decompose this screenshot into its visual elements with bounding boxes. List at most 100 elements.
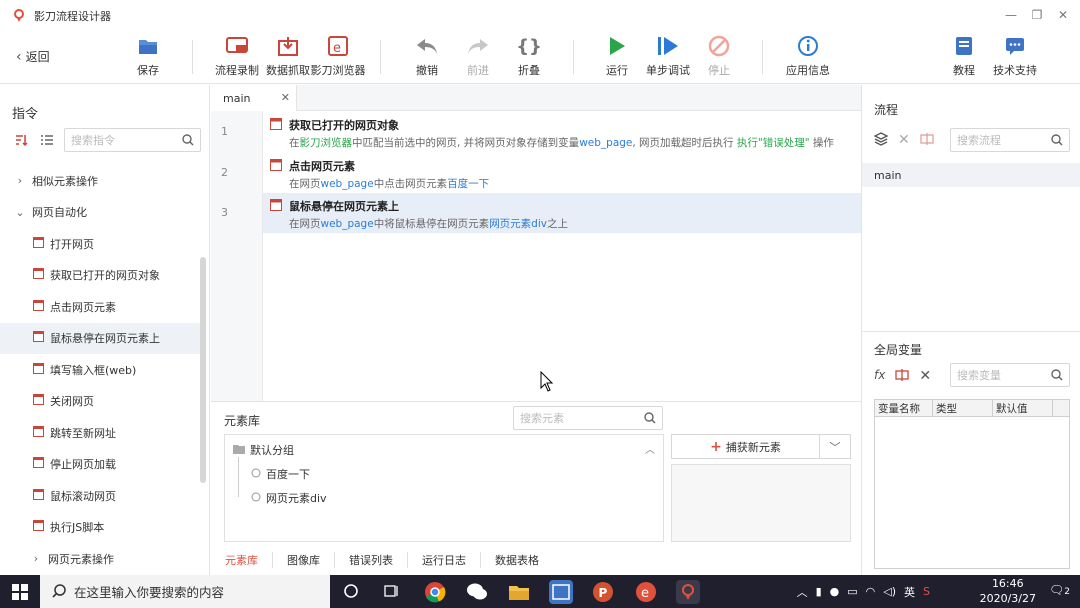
flow-item-main[interactable]: main bbox=[862, 163, 1080, 187]
command-item[interactable]: 停止网页加载 bbox=[0, 449, 200, 481]
flow-search-input[interactable]: 搜索流程 bbox=[950, 128, 1070, 152]
command-item[interactable]: 关闭网页 bbox=[0, 386, 200, 418]
command-item[interactable]: 鼠标悬停在网页元素上 bbox=[0, 322, 200, 354]
rename-var-icon[interactable] bbox=[895, 368, 909, 385]
layers-icon[interactable] bbox=[873, 132, 889, 149]
search-icon bbox=[182, 134, 194, 149]
command-group[interactable]: › 网页元素操作 bbox=[0, 543, 200, 575]
element-library-title: 元素库 bbox=[224, 414, 261, 428]
line-number: 1 bbox=[221, 125, 228, 138]
web-step-icon bbox=[270, 159, 282, 171]
web-command-icon bbox=[32, 425, 44, 440]
flow-step[interactable]: 点击网页元素 在网页web_page中点击网页元素百度一下 bbox=[263, 153, 861, 193]
chevron-up-icon[interactable]: ︿ bbox=[797, 584, 808, 600]
undo-button[interactable]: 撤销 bbox=[399, 34, 455, 78]
powerpoint-icon[interactable]: P bbox=[591, 580, 615, 604]
command-group[interactable]: ⌄ 网页自动化 bbox=[0, 197, 200, 229]
function-icon[interactable]: fx bbox=[874, 368, 885, 385]
windows-start-icon[interactable] bbox=[12, 584, 28, 603]
command-search-input[interactable]: 搜索指令 bbox=[64, 128, 201, 152]
chevron-up-icon[interactable]: ︿ bbox=[645, 441, 655, 456]
tab-main[interactable]: main ✕ bbox=[211, 85, 297, 111]
yingdao-app-icon[interactable] bbox=[676, 580, 700, 604]
clock[interactable]: 16:46 2020/3/27 bbox=[980, 576, 1036, 606]
taskbar-search-input[interactable]: 在这里输入你要搜索的内容 bbox=[40, 575, 330, 608]
support-button[interactable]: 技术支持 bbox=[987, 34, 1043, 78]
step-debug-button[interactable]: 单步调试 bbox=[640, 34, 696, 78]
command-item[interactable]: 跳转至新网址 bbox=[0, 417, 200, 449]
tab-element-library[interactable]: 元素库 bbox=[225, 552, 273, 568]
col-header[interactable]: 类型 bbox=[933, 400, 993, 416]
step-title: 鼠标悬停在网页元素上 bbox=[289, 200, 399, 213]
command-item[interactable]: 执行JS脚本 bbox=[0, 512, 200, 544]
redo-button[interactable]: 前进 bbox=[450, 34, 506, 78]
web-command-icon bbox=[32, 362, 44, 377]
chrome-icon[interactable] bbox=[423, 580, 447, 604]
fold-button[interactable]: {} 折叠 bbox=[501, 34, 557, 78]
chevron-down-icon: ⌄ bbox=[15, 205, 25, 219]
col-header[interactable]: 默认值 bbox=[993, 400, 1053, 416]
run-button[interactable]: 运行 bbox=[589, 34, 645, 78]
element-search-input[interactable]: 搜索元素 bbox=[513, 406, 663, 430]
flow-step[interactable]: 获取已打开的网页对象 在影刀浏览器中匹配当前选中的网页, 并将网页对象存储到变量… bbox=[263, 112, 861, 152]
element-item[interactable]: 网页元素div bbox=[251, 490, 327, 506]
global-vars-title: 全局变量 bbox=[874, 343, 923, 357]
delete-var-icon[interactable]: ✕ bbox=[919, 368, 931, 385]
line-gutter: 1 2 3 bbox=[211, 111, 263, 401]
list-icon[interactable] bbox=[40, 133, 54, 150]
command-item[interactable]: 填写输入框(web) bbox=[0, 354, 200, 386]
play-icon bbox=[605, 34, 629, 58]
flow-panel-title: 流程 bbox=[874, 103, 899, 117]
wifi-icon[interactable]: ◠ bbox=[866, 585, 876, 598]
battery-icon[interactable]: ▭ bbox=[847, 585, 857, 598]
record-button[interactable]: 流程录制 bbox=[209, 34, 265, 78]
close-tab-icon[interactable]: ✕ bbox=[281, 91, 290, 104]
tab-run-log[interactable]: 运行日志 bbox=[422, 552, 481, 568]
col-header[interactable]: 变量名称 bbox=[875, 400, 933, 416]
minimize-icon[interactable]: — bbox=[1000, 6, 1022, 24]
file-explorer-icon[interactable] bbox=[507, 580, 531, 604]
person-icon[interactable]: ● bbox=[830, 585, 840, 598]
tab-image-library[interactable]: 图像库 bbox=[287, 552, 335, 568]
wechat-icon[interactable] bbox=[465, 580, 489, 604]
microphone-icon[interactable]: ▮ bbox=[816, 585, 822, 598]
save-button[interactable]: 保存 bbox=[120, 34, 176, 78]
rename-icon[interactable] bbox=[920, 132, 934, 149]
element-item[interactable]: 百度一下 bbox=[251, 466, 310, 482]
close-window-icon[interactable]: ✕ bbox=[1052, 6, 1074, 24]
chevron-down-icon[interactable]: ﹀ bbox=[820, 439, 850, 455]
tutorial-button[interactable]: 教程 bbox=[936, 34, 992, 78]
delete-x-icon[interactable]: ✕ bbox=[898, 132, 910, 149]
scrape-button[interactable]: 数据抓取 bbox=[260, 34, 316, 78]
command-item[interactable]: 打开网页 bbox=[0, 228, 200, 260]
task-view-icon[interactable] bbox=[384, 584, 400, 601]
flow-step-selected[interactable]: 鼠标悬停在网页元素上 在网页web_page中将鼠标悬停在网页元素网页元素div… bbox=[263, 193, 861, 233]
stop-button[interactable]: 停止 bbox=[691, 34, 747, 78]
ime-indicator[interactable]: 英 bbox=[904, 584, 915, 600]
volume-icon[interactable]: ◁) bbox=[883, 585, 896, 598]
antivirus-icon[interactable]: S bbox=[923, 585, 930, 598]
back-button[interactable]: ‹ 返回 bbox=[16, 48, 50, 65]
app-window-icon[interactable] bbox=[549, 580, 573, 604]
browser-button[interactable]: e 影刀浏览器 bbox=[310, 34, 366, 78]
tab-data-table[interactable]: 数据表格 bbox=[495, 552, 553, 568]
capture-main[interactable]: + 捕获新元素 bbox=[672, 435, 820, 458]
sort-icon[interactable] bbox=[14, 133, 28, 150]
command-scrollbar[interactable] bbox=[200, 257, 206, 483]
notification-icon[interactable]: 🗨2 bbox=[1049, 583, 1070, 597]
command-item[interactable]: 鼠标滚动网页 bbox=[0, 480, 200, 512]
app-info-button[interactable]: 应用信息 bbox=[780, 34, 836, 78]
command-item[interactable]: 点击网页元素 bbox=[0, 291, 200, 323]
capture-element-button[interactable]: + 捕获新元素 ﹀ bbox=[671, 434, 851, 459]
command-group[interactable]: › 相似元素操作 bbox=[0, 165, 200, 197]
chevron-right-icon: › bbox=[33, 552, 39, 566]
element-group[interactable]: 默认分组 bbox=[233, 442, 294, 458]
yingdao-browser-icon[interactable]: e bbox=[634, 580, 658, 604]
cortana-icon[interactable] bbox=[344, 584, 358, 601]
system-tray: ︿ ▮ ● ▭ ◠ ◁) 英 S bbox=[797, 575, 930, 608]
restore-icon[interactable]: ❐ bbox=[1026, 6, 1048, 24]
tab-error-list[interactable]: 错误列表 bbox=[349, 552, 408, 568]
command-item[interactable]: 获取已打开的网页对象 bbox=[0, 260, 200, 292]
var-search-input[interactable]: 搜索变量 bbox=[950, 363, 1070, 387]
web-command-icon bbox=[32, 236, 44, 251]
